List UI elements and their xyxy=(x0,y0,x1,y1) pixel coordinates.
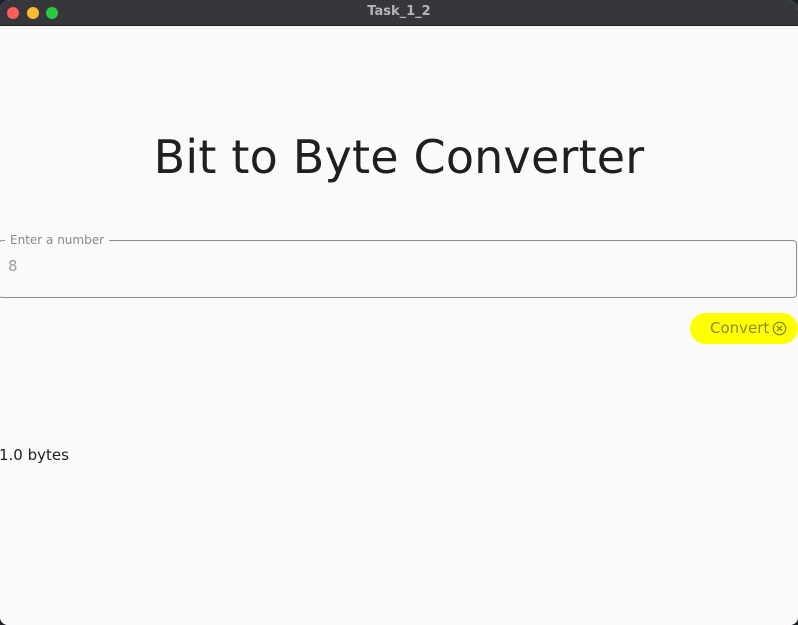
convert-button[interactable]: Convert xyxy=(690,313,798,344)
result-text: 1.0 bytes xyxy=(0,446,69,464)
window-title: Task_1_2 xyxy=(367,4,431,19)
main-content: Bit to Byte Converter Enter a number Con… xyxy=(0,26,798,625)
convert-button-label: Convert xyxy=(710,319,770,337)
cancel-circle-icon[interactable] xyxy=(772,321,787,336)
page-title: Bit to Byte Converter xyxy=(153,130,645,184)
number-field-label: Enter a number xyxy=(5,233,110,247)
app-window: Task_1_2 Bit to Byte Converter Enter a n… xyxy=(0,0,798,625)
title-bar: Task_1_2 xyxy=(0,0,798,26)
number-field[interactable]: Enter a number xyxy=(0,233,797,298)
number-input[interactable] xyxy=(8,257,768,275)
